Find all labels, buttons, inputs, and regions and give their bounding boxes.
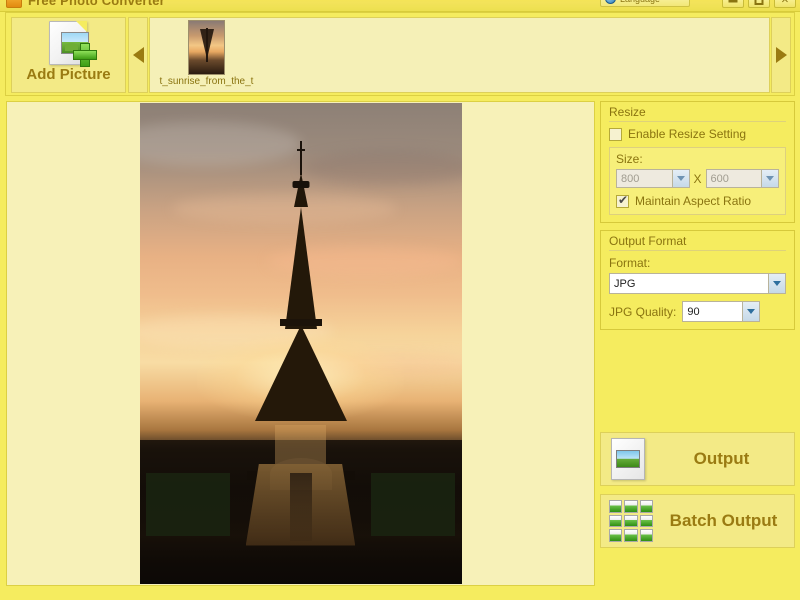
- size-separator: X: [694, 172, 702, 186]
- batch-tile: [640, 515, 653, 528]
- output-button[interactable]: Output: [600, 432, 795, 486]
- jpg-quality-value: 90: [687, 306, 699, 318]
- chevron-down-icon[interactable]: [672, 170, 689, 187]
- app-logo-icon: [6, 0, 22, 8]
- format-select[interactable]: JPG: [609, 273, 786, 294]
- format-label: Format:: [601, 256, 794, 273]
- output-icon: [609, 438, 649, 480]
- thumbnail-next-button[interactable]: [771, 17, 791, 93]
- width-select[interactable]: 800: [616, 169, 690, 188]
- chevron-down-icon[interactable]: [742, 302, 759, 321]
- tower-top-section: [294, 173, 308, 207]
- maintain-aspect-ratio-label: Maintain Aspect Ratio: [635, 194, 751, 208]
- language-menu-button[interactable]: Language: [600, 0, 690, 7]
- maximize-button[interactable]: [748, 0, 770, 8]
- width-value: 800: [621, 173, 639, 185]
- toolbar: Add Picture t_sunrise_from_the_t: [5, 12, 795, 96]
- thumbnail-image: [188, 20, 225, 75]
- thumbnail-filename: t_sunrise_from_the_t: [150, 76, 263, 87]
- close-icon: ✕: [781, 0, 789, 6]
- batch-tile: [640, 500, 653, 513]
- size-inputs-row: 800 X 600: [616, 169, 779, 188]
- batch-output-icon: [609, 500, 653, 542]
- output-button-label: Output: [649, 449, 794, 469]
- thumbnail-item[interactable]: t_sunrise_from_the_t: [150, 18, 263, 92]
- minimize-icon: [729, 0, 738, 3]
- batch-output-button-label: Batch Output: [653, 511, 794, 531]
- add-picture-icon: [43, 21, 95, 67]
- maximize-icon: [755, 0, 764, 5]
- tower-middle-section: [285, 207, 317, 329]
- size-label: Size:: [616, 152, 779, 166]
- add-picture-button[interactable]: Add Picture: [11, 17, 126, 93]
- plus-icon: [73, 43, 95, 65]
- divider: [609, 121, 786, 122]
- chevron-down-icon[interactable]: [761, 170, 778, 187]
- lawn-right: [371, 473, 455, 536]
- chevron-down-icon[interactable]: [768, 274, 785, 293]
- batch-tile: [640, 529, 653, 542]
- language-menu-label: Language: [620, 0, 660, 4]
- minimize-button[interactable]: [722, 0, 744, 8]
- batch-tile: [624, 515, 637, 528]
- chevron-right-icon: [776, 47, 787, 63]
- thumbnail-strip[interactable]: t_sunrise_from_the_t: [149, 17, 770, 93]
- format-value: JPG: [614, 278, 635, 290]
- preview-image: [140, 103, 462, 584]
- add-picture-label: Add Picture: [26, 66, 110, 83]
- avenue-road: [275, 425, 327, 463]
- image-shape: [616, 450, 640, 468]
- sidebar-spacer: [600, 337, 795, 432]
- maintain-aspect-ratio-checkbox[interactable]: [616, 195, 629, 208]
- batch-tile: [609, 500, 622, 513]
- settings-sidebar: Resize Enable Resize Setting Size: 800 X…: [600, 101, 795, 556]
- aspect-ratio-row[interactable]: Maintain Aspect Ratio: [616, 188, 779, 208]
- output-format-group-title: Output Format: [601, 231, 794, 250]
- app-window: Free Photo Converter Language ✕ Add Pict…: [0, 0, 800, 600]
- tower-reflection: [290, 473, 312, 540]
- window-title: Free Photo Converter: [28, 0, 165, 8]
- lawn-left: [146, 473, 230, 536]
- preview-panel: [6, 101, 595, 586]
- jpg-quality-label: JPG Quality:: [609, 305, 676, 319]
- divider: [609, 250, 786, 251]
- enable-resize-label: Enable Resize Setting: [628, 127, 746, 141]
- jpg-quality-select[interactable]: 90: [682, 301, 760, 322]
- batch-tile: [609, 515, 622, 528]
- thumbnail-prev-button[interactable]: [128, 17, 148, 93]
- batch-tile: [624, 529, 637, 542]
- globe-icon: [605, 0, 616, 4]
- enable-resize-checkbox[interactable]: [609, 128, 622, 141]
- chevron-left-icon: [133, 47, 144, 63]
- height-select[interactable]: 600: [706, 169, 780, 188]
- tower-antenna: [300, 141, 302, 175]
- size-subgroup: Size: 800 X 600 Maintain Aspect Ratio: [609, 147, 786, 215]
- tower-summit-deck: [292, 181, 309, 188]
- resize-group: Resize Enable Resize Setting Size: 800 X…: [600, 101, 795, 223]
- tower-lower-section: [255, 325, 347, 421]
- enable-resize-row[interactable]: Enable Resize Setting: [601, 127, 794, 147]
- height-value: 600: [711, 173, 729, 185]
- jpg-quality-row: JPG Quality: 90: [601, 301, 794, 329]
- batch-tile: [609, 529, 622, 542]
- thumbnail-tower-icon: [200, 29, 214, 59]
- batch-tile: [624, 500, 637, 513]
- window-controls: ✕: [722, 0, 796, 8]
- batch-output-button[interactable]: Batch Output: [600, 494, 795, 548]
- resize-group-title: Resize: [601, 102, 794, 121]
- close-button[interactable]: ✕: [774, 0, 796, 8]
- output-format-group: Output Format Format: JPG JPG Quality: 9…: [600, 230, 795, 330]
- page-fold-icon: [76, 21, 87, 32]
- title-bar: Free Photo Converter Language ✕: [0, 0, 800, 12]
